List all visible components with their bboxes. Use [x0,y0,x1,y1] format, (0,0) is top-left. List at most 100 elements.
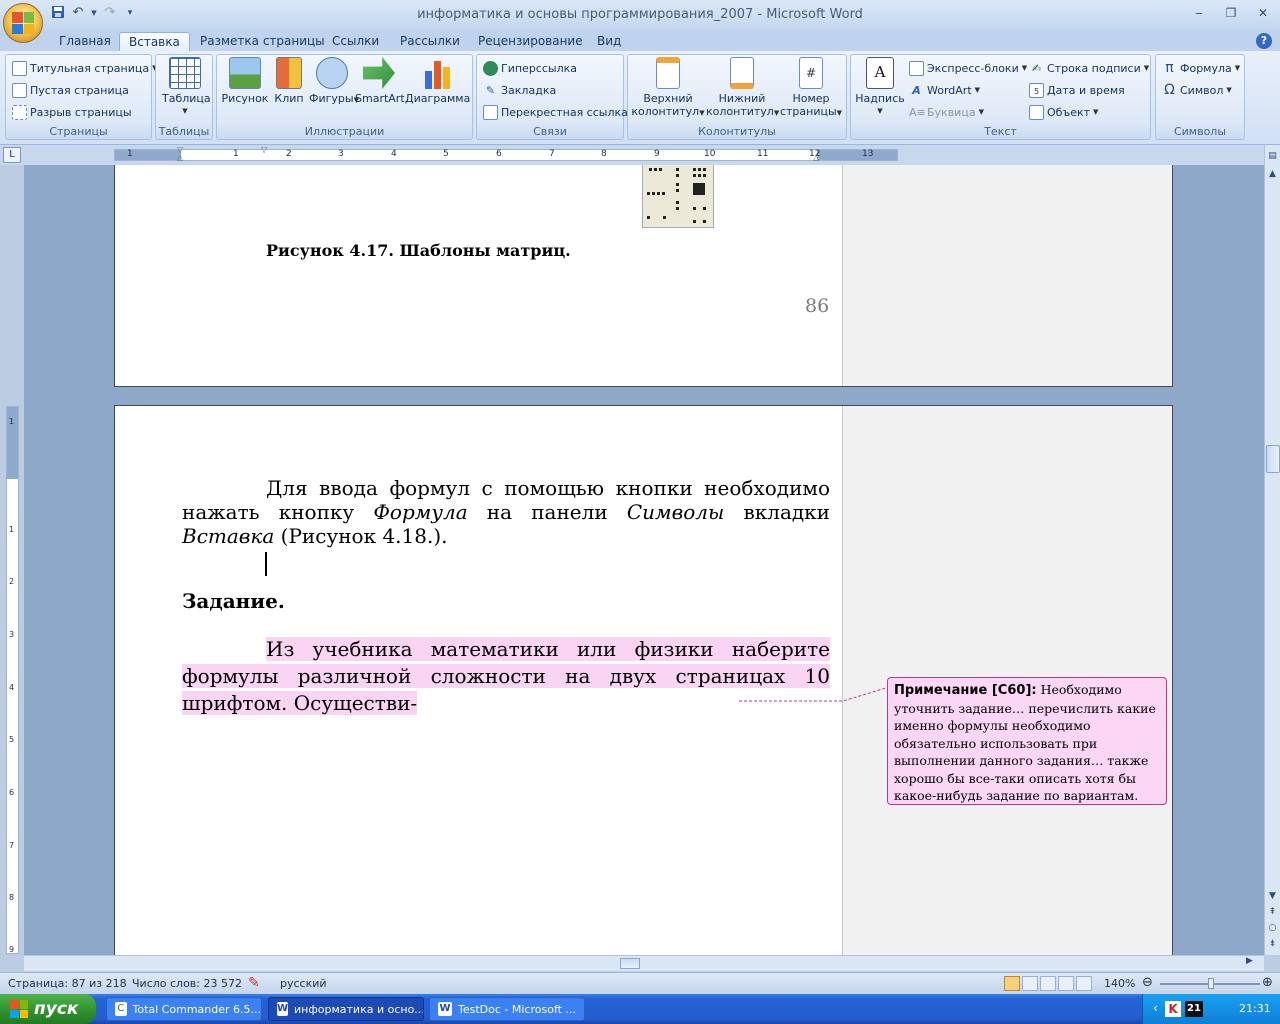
status-bar: Страница: 87 из 218 Число слов: 23 572 ✎… [0,972,1280,994]
ruler-number: 13 [862,149,874,159]
pi-icon: π [1165,59,1174,76]
task-word-informatika[interactable]: W информатика и осно... [268,997,424,1021]
clipart-button[interactable]: Клип [271,57,307,105]
tab-references[interactable]: Ссылки [323,32,388,51]
tab-view[interactable]: Вид [588,32,630,51]
tab-page-layout[interactable]: Разметка страницы [191,32,334,51]
chart-button[interactable]: Диаграмма [405,57,470,105]
zoom-out-icon[interactable]: ⊖ [1142,975,1153,990]
ribbon-tabs: Главная Вставка Разметка страницы Ссылки… [0,30,1280,51]
status-language[interactable]: русский [280,977,327,990]
office-button[interactable] [3,3,43,43]
vruler-number: 6 [9,788,15,797]
zoom-level[interactable]: 140% [1104,977,1135,990]
status-page[interactable]: Страница: 87 из 218 [8,977,127,990]
header-icon [656,57,680,89]
status-words[interactable]: Число слов: 23 572 [132,977,242,990]
vertical-ruler[interactable]: 1 1 2 3 4 5 6 7 8 9 [6,406,19,954]
scroll-up-icon[interactable]: ▲ [1265,167,1280,181]
print-layout-icon[interactable] [1004,976,1020,991]
scrollbar-thumb[interactable] [1266,445,1280,473]
horizontal-ruler[interactable]: 1 1 2 3 4 5 6 7 8 9 10 11 12 13 ▽ △ ▽ △ [114,145,898,162]
page-87[interactable]: Для ввода формул с помощью кнопки необхо… [114,405,1173,955]
tray-arrow-icon[interactable]: ‹ [1153,1001,1158,1015]
antivirus-icon[interactable]: K [1165,1001,1181,1017]
group-label-links: Связи [533,125,567,138]
ruler-number: 3 [338,149,344,159]
group-headers-footers: Верхний колонтитул▼ Нижний колонтитул▼ #… [627,54,847,140]
close-button[interactable]: ✕ [1250,4,1276,22]
tray-badge[interactable]: 21 [1185,1001,1203,1017]
task-word-testdoc[interactable]: W TestDoc - Microsoft ... [429,997,585,1021]
hanging-indent-icon[interactable]: △ [177,153,183,162]
task-total-commander[interactable]: C Total Commander 6.5... [106,997,262,1021]
quick-parts-button[interactable]: Экспресс-блоки ▼ [909,58,1027,78]
group-label-illustrations: Иллюстрации [304,125,385,138]
minimize-button[interactable]: ‒ [1186,4,1212,22]
scroll-down-icon[interactable]: ▼ [1265,889,1280,903]
outline-view-icon[interactable] [1058,976,1074,991]
draft-view-icon[interactable] [1076,976,1092,991]
help-icon[interactable]: ? [1256,33,1272,49]
group-pages: Титульная страница▼ Пустая страница Разр… [5,54,157,140]
tab-selector-icon[interactable]: L [3,147,21,163]
right-indent-icon[interactable]: △ [813,153,819,162]
footer-button[interactable]: Нижний колонтитул▼ [706,57,779,120]
vruler-number: 1 [9,417,15,426]
cross-reference-button[interactable]: Перекрестная ссылка [483,102,628,122]
zoom-in-icon[interactable]: ⊕ [1262,975,1273,990]
commented-text[interactable]: Из учебника математики или физики набери… [182,637,830,715]
proofing-icon[interactable]: ✎ [248,975,260,991]
tab-mailings[interactable]: Рассылки [391,32,469,51]
view-ruler-icon[interactable]: ▤ [1265,149,1280,163]
symbol-button[interactable]: Ω Символ ▼ [1162,80,1232,100]
tab-stop-icon[interactable]: ▽ [261,145,267,154]
date-time-button[interactable]: 5 Дата и время [1029,80,1125,100]
full-screen-reading-icon[interactable] [1022,976,1038,991]
ruler-number: 10 [704,149,716,159]
tab-home[interactable]: Главная [50,32,120,51]
hyperlink-button[interactable]: Гиперссылка [483,58,577,78]
equation-button[interactable]: π Формула ▼ [1162,58,1240,78]
group-symbols: π Формула ▼ Ω Символ ▼ Символы [1155,54,1245,140]
object-button[interactable]: Объект ▼ [1029,102,1098,122]
page-number-button[interactable]: # Номер страницы▼ [778,57,844,120]
select-browse-object-icon[interactable]: ○ [1265,921,1280,935]
zoom-slider[interactable] [1160,978,1260,989]
bookmark-button[interactable]: ✎ Закладка [483,80,556,100]
drop-cap-button[interactable]: A≡ Буквица ▼ [909,102,984,122]
clock[interactable]: 21:31 [1239,1002,1271,1015]
markup-pane [842,165,1172,386]
comment-connector [739,686,890,702]
wordart-icon: A [912,83,921,97]
blank-page-button[interactable]: Пустая страница [12,80,129,100]
smartart-button[interactable]: SmartArt [355,57,405,105]
next-page-icon[interactable]: ⇟ [1265,937,1280,951]
restore-button[interactable]: ❐ [1218,4,1244,22]
hscroll-thumb[interactable] [620,958,640,969]
shapes-button[interactable]: Фигуры▼ [309,57,359,107]
ruler-left-margin [115,150,181,160]
office-logo-icon [12,12,34,34]
scroll-right-icon[interactable]: ▶ [1246,956,1253,966]
horizontal-scrollbar[interactable]: ▶ [24,955,1264,971]
signature-line-button[interactable]: ✍ Строка подписи ▼ [1029,58,1149,78]
zoom-slider-thumb[interactable] [1208,978,1214,989]
start-button[interactable]: пуск [0,994,96,1024]
table-button[interactable]: Таблица ▼ [162,57,211,118]
tab-insert[interactable]: Вставка [119,32,190,51]
page-86[interactable]: Рисунок 4.17. Шаблоны матриц. 86 [114,165,1173,387]
text-box-button[interactable]: A Надпись ▼ [855,57,905,118]
vertical-scrollbar[interactable]: ▤ ▲ ▼ ⇞ ○ ⇟ [1264,145,1280,955]
page-break-button[interactable]: Разрыв страницы [12,102,132,122]
tab-review[interactable]: Рецензирование [469,32,592,51]
header-button[interactable]: Верхний колонтитул▼ [630,57,706,120]
page-number: 86 [805,295,830,317]
paragraph-formula-instructions: Для ввода формул с помощью кнопки необхо… [182,476,831,548]
cover-page-button[interactable]: Титульная страница▼ [12,58,157,78]
previous-page-icon[interactable]: ⇞ [1265,905,1280,919]
web-layout-icon[interactable] [1040,976,1056,991]
comment-balloon[interactable]: Примечание [C60]: Необходимо уточнить за… [887,677,1167,805]
picture-button[interactable]: Рисунок [221,57,269,105]
wordart-button[interactable]: A WordArt ▼ [909,80,980,100]
